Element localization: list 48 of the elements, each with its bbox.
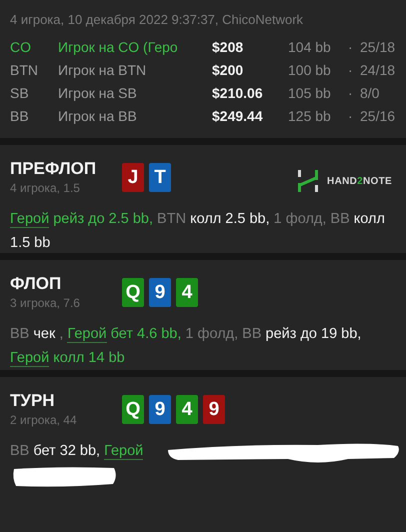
playing-card: 9 bbox=[149, 278, 171, 307]
hand-subtitle: 4 игрока, 10 декабря 2022 9:37:37, ChicoNetwork bbox=[10, 12, 304, 27]
hero-link[interactable]: Герой bbox=[10, 211, 50, 228]
playing-card: Q bbox=[122, 395, 144, 424]
logo-icon bbox=[297, 169, 320, 193]
player-stack: $200 bbox=[212, 62, 244, 78]
playing-card: 4 bbox=[176, 278, 198, 307]
street-title: ПРЕФЛОП bbox=[10, 159, 98, 179]
separator-dot: · bbox=[348, 39, 354, 55]
logo-text: HAND2NOTE bbox=[327, 176, 392, 186]
hero-link[interactable]: Герой bbox=[104, 443, 144, 460]
player-bb: 105 bb bbox=[288, 85, 332, 101]
playing-card: J bbox=[122, 163, 144, 192]
playing-card: 9 bbox=[203, 395, 225, 424]
street-info: 2 игрока, 44 bbox=[10, 413, 78, 427]
player-name: Игрок на BB bbox=[58, 108, 137, 124]
player-stack: $249.44 bbox=[212, 108, 264, 124]
street-title: ТУРН bbox=[10, 391, 56, 411]
player-stack: $208 bbox=[212, 39, 244, 55]
player-stats: 8/0 bbox=[360, 85, 380, 101]
playing-card: 4 bbox=[176, 395, 198, 424]
player-position: BB bbox=[10, 108, 30, 124]
playing-card: Q bbox=[122, 278, 144, 307]
player-stats: 24/18 bbox=[360, 62, 396, 78]
action-line: Герой рейз до 2.5 bb, BTN колл 2.5 bb, 1 фолд, BB колл 1.5 bb bbox=[10, 210, 386, 253]
separator-dot: · bbox=[348, 85, 354, 101]
player-stats: 25/16 bbox=[360, 108, 396, 124]
player-stats: 25/18 bbox=[360, 39, 396, 55]
player-position: BTN bbox=[10, 62, 39, 78]
street-title: ФЛОП bbox=[10, 274, 62, 294]
separator-dot: · bbox=[348, 108, 354, 124]
player-stack: $210.06 bbox=[212, 85, 264, 101]
player-name: Игрок на SB bbox=[58, 85, 137, 101]
player-bb: 100 bb bbox=[288, 62, 332, 78]
player-name[interactable]: Игрок на CO (Геро bbox=[58, 39, 178, 55]
player-name: Игрок на BTN bbox=[58, 62, 146, 78]
action-line: BB чек , Герой бет 4.6 bb, 1 фолд, BB рейз до 19 bb, Герой колл 14 bb bbox=[10, 325, 362, 369]
player-position: SB bbox=[10, 85, 30, 101]
player-bb: 104 bb bbox=[288, 39, 332, 55]
street-info: 3 игрока, 7.6 bbox=[10, 296, 81, 310]
hero-link[interactable]: Герой bbox=[10, 350, 50, 367]
street-info: 4 игрока, 1.5 bbox=[10, 181, 81, 195]
playing-card: T bbox=[149, 163, 171, 192]
hero-link[interactable]: Герой bbox=[67, 326, 107, 343]
separator-dot: · bbox=[348, 62, 354, 78]
player-position: CO bbox=[10, 39, 32, 55]
player-bb: 125 bb bbox=[288, 108, 332, 124]
playing-card: 9 bbox=[149, 395, 171, 424]
